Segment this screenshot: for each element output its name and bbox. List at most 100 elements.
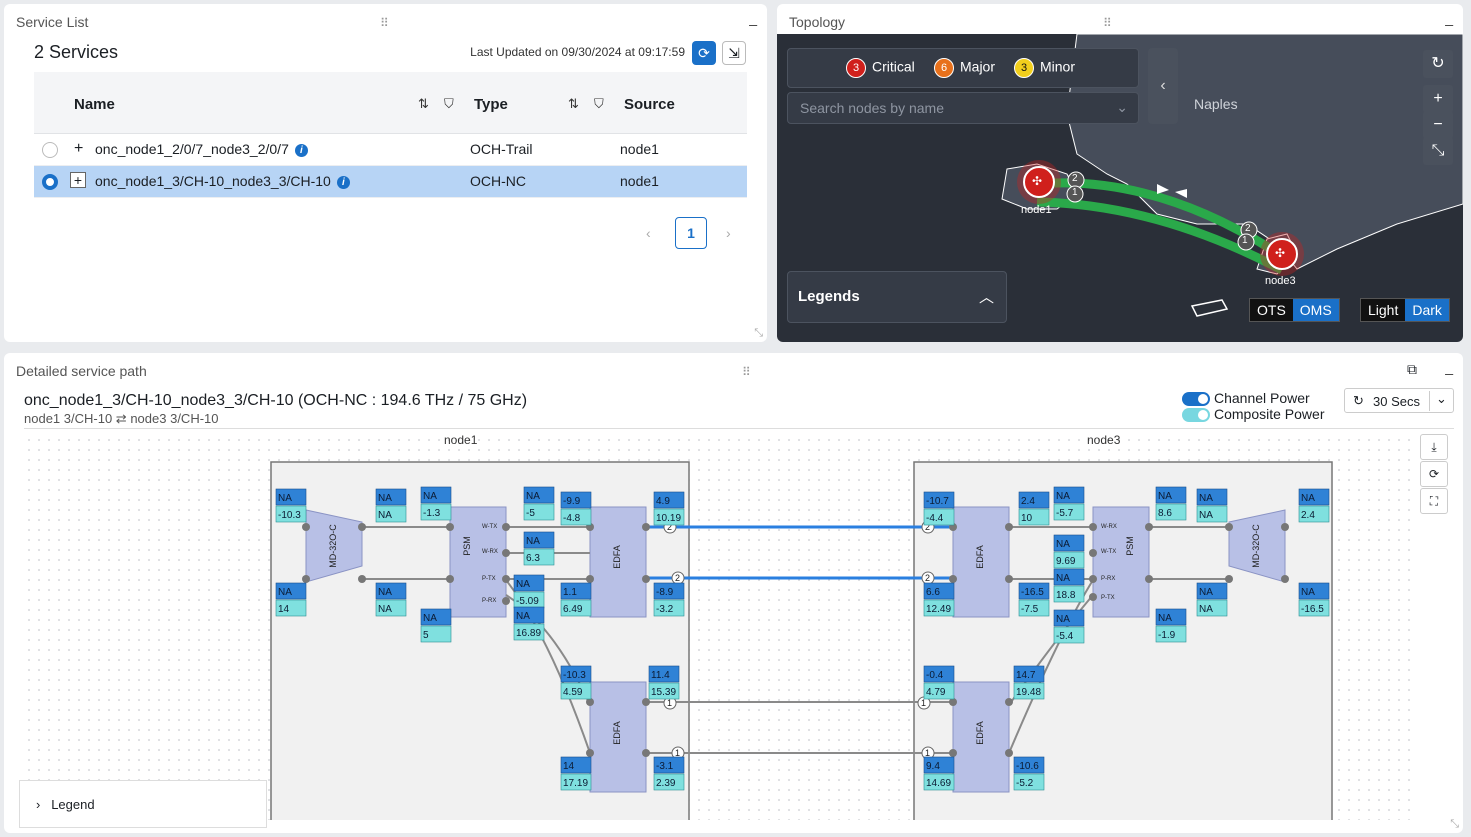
layer-toggle[interactable]: OTS OMS — [1249, 298, 1340, 322]
expand-icon[interactable]: + — [74, 140, 83, 158]
page-number[interactable]: 1 — [675, 217, 707, 249]
filter-icon[interactable]: ⛉ — [444, 96, 454, 112]
download-button[interactable]: ⤓ — [1420, 434, 1448, 460]
alarm-critical[interactable]: 3 Critical — [846, 58, 915, 78]
zoom-out-button[interactable]: − — [1423, 111, 1453, 139]
filter-icon[interactable]: ⛉ — [594, 96, 604, 112]
node-icon[interactable]: ✣ — [1032, 174, 1042, 188]
info-icon[interactable]: i — [336, 176, 350, 189]
node-search-input[interactable]: Search nodes by name ⌄ — [787, 92, 1139, 124]
row-radio[interactable] — [42, 174, 58, 190]
power-badge-channel-value: NA — [516, 579, 530, 590]
ots-option[interactable]: OTS — [1250, 299, 1293, 321]
alarm-minor[interactable]: 3 Minor — [1014, 58, 1075, 78]
zoom-in-button[interactable]: + — [1423, 85, 1453, 113]
psm-block — [449, 506, 507, 618]
power-badge-composite-value: 6.3 — [526, 553, 540, 564]
alarm-major[interactable]: 6 Major — [934, 58, 995, 78]
table-row[interactable]: + onc_node1_2/0/7_node3_2/0/7 i OCH-Trail… — [34, 134, 747, 166]
power-badge-composite-value: NA — [1199, 604, 1213, 615]
port-label: P-TX — [1101, 595, 1115, 601]
power-badge-composite-value: 12.49 — [926, 604, 951, 615]
power-badge-composite-value: -5.7 — [1056, 508, 1074, 519]
power-badge-composite-value: -5.09 — [516, 596, 539, 607]
refresh-icon: ↻ — [1353, 393, 1364, 408]
service-name: onc_node1_2/0/7_node3_2/0/7 i — [95, 141, 308, 157]
collapse-panel-button[interactable]: ‹ — [1148, 48, 1178, 124]
power-badge-channel-value: 4.9 — [656, 496, 670, 507]
node-icon[interactable]: ✣ — [1275, 246, 1285, 260]
power-badge-channel-value: -10.7 — [926, 496, 949, 507]
sort-icon[interactable]: ⇅ — [568, 96, 579, 112]
link-marker-label: 2 — [675, 573, 680, 583]
sort-icon[interactable]: ⇅ — [418, 96, 429, 112]
expand-icon[interactable]: + — [70, 172, 86, 188]
link-count: 1 — [1242, 235, 1248, 246]
path-diagram: node1 node3 MD-32O-C PSM EDFA EDFA EDFA EDFA PSM… — [24, 435, 1418, 820]
power-badge-composite-value: 10.19 — [656, 513, 681, 524]
drag-handle-icon[interactable]: ⠿ — [742, 365, 752, 379]
fullscreen-button[interactable]: ⛶ — [1420, 488, 1448, 514]
power-badge-channel-value: NA — [378, 587, 392, 598]
dark-option[interactable]: Dark — [1405, 299, 1449, 321]
minimize-button[interactable]: _ — [1445, 10, 1453, 26]
drag-handle-icon[interactable]: ⠿ — [380, 16, 390, 30]
link-count: 1 — [1072, 187, 1078, 198]
power-badge-channel-value: NA — [516, 611, 530, 622]
power-badge-channel-value: NA — [378, 493, 392, 504]
resize-icon[interactable]: ⤡ — [1450, 818, 1459, 831]
table-row[interactable]: + onc_node1_3/CH-10_node3_3/CH-10 i OCH-N… — [34, 166, 747, 198]
channel-power-toggle[interactable] — [1182, 392, 1210, 406]
power-badge-composite-value: 15.39 — [651, 687, 676, 698]
legends-panel[interactable]: Legends ︿ — [787, 271, 1007, 323]
drag-handle-icon[interactable]: ⠿ — [1103, 16, 1113, 30]
reload-button[interactable]: ⟳ — [1420, 461, 1448, 487]
port-dot — [1005, 523, 1013, 531]
link-marker-label: 2 — [925, 573, 930, 583]
topology-map[interactable]: ✣ ✣ node1 node3 2 1 2 1 Naples 3 Critical… — [777, 34, 1463, 342]
oms-option[interactable]: OMS — [1292, 299, 1339, 321]
power-badge-channel-value: NA — [1199, 587, 1213, 598]
export-button[interactable]: ⇲ — [722, 41, 746, 65]
fit-view-button[interactable]: ⤡ — [1423, 137, 1453, 165]
link-marker-label: 1 — [925, 748, 930, 758]
link-marker-label: 1 — [667, 698, 672, 708]
power-badge-composite-value: 18.8 — [1056, 590, 1076, 601]
power-badge-composite-value: -1.3 — [423, 508, 441, 519]
minimize-button[interactable]: _ — [1445, 359, 1453, 375]
service-list-panel: Service List ⠿ _ 2 Services Last Updated… — [4, 4, 767, 342]
column-name[interactable]: Name — [74, 96, 115, 113]
node-name: node1 — [444, 435, 478, 447]
minimize-button[interactable]: _ — [749, 10, 757, 26]
topology-panel: Topology ⠿ _ ✣ ✣ node1 node3 2 1 2 1 Nap… — [777, 4, 1463, 342]
power-badge-composite-value: 4.59 — [563, 687, 583, 698]
power-badge-channel-value: 11.4 — [651, 670, 670, 681]
power-badge-channel-value: NA — [1158, 613, 1172, 624]
theme-toggle[interactable]: Light Dark — [1360, 298, 1450, 322]
info-icon[interactable]: i — [294, 144, 308, 157]
port-dot — [502, 597, 510, 605]
column-type[interactable]: Type — [474, 96, 508, 113]
block-label: EDFA — [612, 545, 622, 569]
link-marker-label: 1 — [921, 698, 926, 708]
prev-page-icon[interactable]: ‹ — [646, 225, 651, 241]
light-option[interactable]: Light — [1361, 299, 1406, 321]
open-external-icon[interactable]: ⧉ — [1407, 361, 1417, 378]
column-source[interactable]: Source — [624, 96, 675, 113]
reset-view-button[interactable]: ↻ — [1423, 50, 1453, 78]
composite-power-toggle[interactable] — [1182, 408, 1210, 422]
export-icon: ⇲ — [728, 44, 740, 61]
swap-icon: ⇄ — [115, 411, 127, 426]
next-page-icon[interactable]: › — [726, 225, 731, 241]
power-badge-composite-value: -1.9 — [1158, 630, 1176, 641]
link-count: 2 — [1072, 173, 1078, 184]
panel-title: Service List — [16, 14, 89, 30]
refresh-interval-select[interactable]: ↻ 30 Secs ⌄ — [1344, 388, 1454, 413]
row-radio[interactable] — [42, 142, 58, 158]
legend-toggle[interactable]: › Legend — [19, 780, 267, 828]
resize-icon[interactable]: ⤡ — [754, 327, 763, 340]
block-label: EDFA — [612, 721, 622, 745]
refresh-button[interactable]: ⟳ — [692, 41, 716, 65]
service-type: OCH-Trail — [470, 141, 533, 157]
port-label: P-RX — [1101, 576, 1115, 582]
